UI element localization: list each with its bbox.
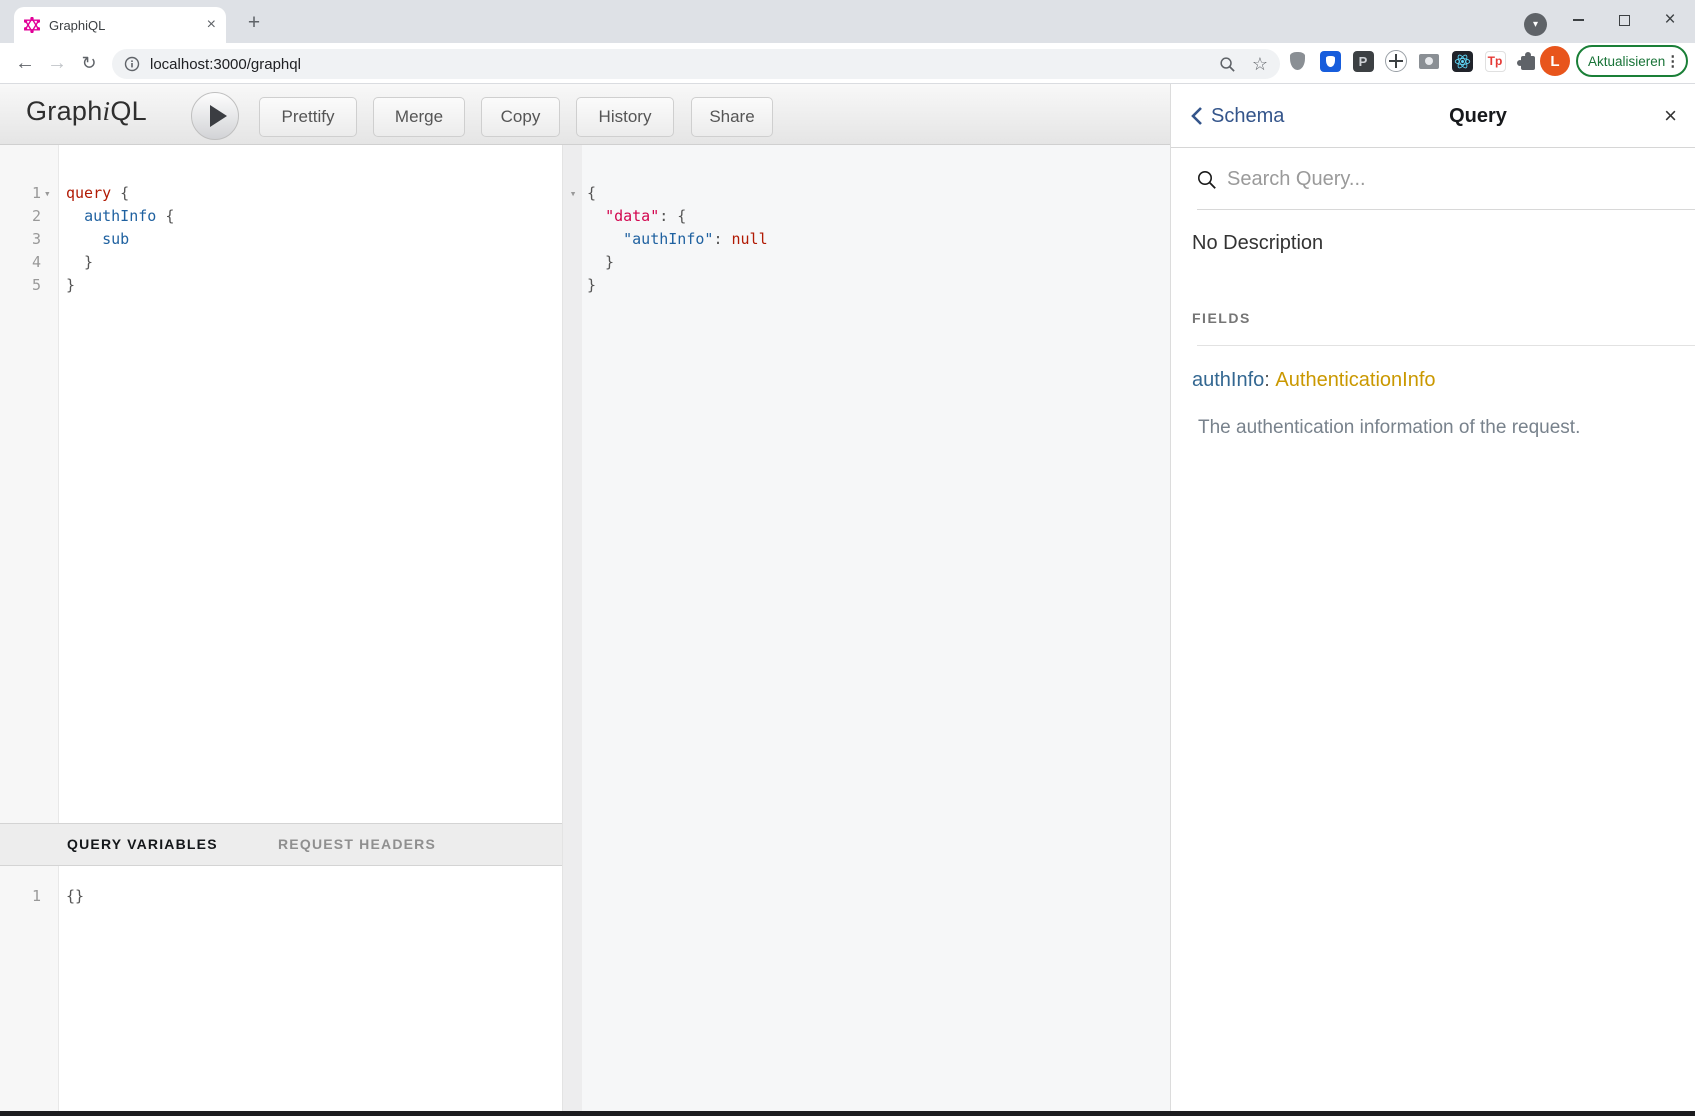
browser-tab-active[interactable]: GraphiQL ×: [14, 7, 226, 43]
line-number: 1▾: [0, 182, 59, 205]
bitwarden-extension-icon[interactable]: [1319, 49, 1341, 73]
query-editor[interactable]: 1▾query {2 authInfo {3 sub4 }5}: [0, 145, 562, 823]
shield-icon: [1320, 51, 1341, 72]
search-divider: [1197, 209, 1695, 210]
menu-kebab-icon[interactable]: ⋮: [1665, 52, 1680, 70]
code-line[interactable]: 1{}: [0, 885, 562, 908]
docs-close-button[interactable]: ×: [1664, 84, 1677, 148]
docs-explorer-panel: Schema Query × No Description FIELDS aut…: [1170, 84, 1695, 1111]
browser-tab-strip: GraphiQL × + ▾ ×: [0, 0, 1695, 43]
graphiql-logo: GraphiQL: [26, 96, 147, 127]
line-number: 3: [0, 228, 59, 251]
profile-avatar[interactable]: L: [1540, 46, 1570, 76]
docs-no-description: No Description: [1192, 228, 1323, 258]
code-line: "authInfo": null: [582, 228, 1170, 251]
code-line[interactable]: 2 authInfo {: [0, 205, 562, 228]
code-line: {: [582, 182, 1170, 205]
close-icon: ×: [1664, 103, 1677, 129]
update-button-label: Aktualisieren: [1588, 54, 1665, 69]
extensions-puzzle-icon[interactable]: [1517, 49, 1539, 73]
field-type-link[interactable]: AuthenticationInfo: [1275, 369, 1435, 392]
tab-request-headers[interactable]: REQUEST HEADERS: [278, 824, 436, 865]
tab-query-variables[interactable]: QUERY VARIABLES: [67, 824, 218, 865]
line-number: 2: [0, 205, 59, 228]
play-icon: [210, 105, 227, 127]
docs-field-description: The authentication information of the re…: [1198, 414, 1580, 442]
crosshair-extension-icon[interactable]: [1385, 49, 1407, 73]
react-devtools-extension-icon[interactable]: [1451, 49, 1473, 73]
chevron-down-icon: ▾: [1533, 19, 1538, 30]
minimize-icon: [1573, 19, 1584, 21]
code-line[interactable]: 1▾query {: [0, 182, 562, 205]
url-text[interactable]: localhost:3000/graphql: [150, 56, 1219, 73]
camera-icon: [1419, 54, 1439, 69]
fold-arrow-icon[interactable]: ▾: [566, 182, 580, 205]
fold-spacer: [44, 205, 59, 228]
graphql-favicon-icon: [24, 17, 40, 33]
tp-extension-icon[interactable]: Tp: [1484, 49, 1506, 73]
p-letter-icon: P: [1353, 51, 1374, 72]
window-close-button[interactable]: ×: [1648, 0, 1692, 40]
close-icon: ×: [1664, 9, 1675, 31]
code-line: }: [582, 251, 1170, 274]
address-bar[interactable]: localhost:3000/graphql ☆: [112, 49, 1280, 79]
chevron-left-icon: [1191, 106, 1203, 126]
history-button[interactable]: History: [576, 97, 674, 137]
site-info-icon[interactable]: [124, 56, 140, 72]
new-tab-button[interactable]: +: [240, 9, 268, 37]
variables-section-bar: QUERY VARIABLES REQUEST HEADERS: [0, 823, 562, 866]
docs-field-row: authInfo: AuthenticationInfo: [1192, 365, 1436, 395]
line-number: 4: [0, 251, 59, 274]
merge-button[interactable]: Merge: [373, 97, 465, 137]
variables-editor[interactable]: 1{}: [0, 866, 562, 1111]
tab-title: GraphiQL: [49, 18, 207, 33]
extensions-row: P Tp: [1286, 47, 1539, 75]
taskbar-edge: [0, 1111, 1695, 1116]
share-button[interactable]: Share: [691, 97, 773, 137]
crosshair-icon: [1385, 50, 1407, 72]
forward-button[interactable]: →: [42, 48, 72, 78]
puzzle-icon: [1521, 56, 1535, 70]
atom-icon: [1452, 51, 1473, 72]
pane-resize-handle[interactable]: [562, 145, 582, 1111]
window-minimize-button[interactable]: [1556, 0, 1600, 40]
search-icon: [1197, 170, 1217, 190]
adblock-shield-extension-icon[interactable]: [1286, 49, 1308, 73]
copy-button[interactable]: Copy: [481, 97, 560, 137]
fold-spacer: [44, 228, 59, 251]
back-button[interactable]: ←: [10, 48, 40, 78]
fold-spacer: [44, 885, 59, 908]
tab-close-icon[interactable]: ×: [207, 17, 216, 33]
fold-spacer: [44, 274, 59, 297]
screenshot-camera-extension-icon[interactable]: [1418, 49, 1440, 73]
fold-spacer: [44, 251, 59, 274]
shield-icon: [1290, 52, 1305, 70]
field-colon: :: [1264, 369, 1275, 392]
code-line[interactable]: 4 }: [0, 251, 562, 274]
window-maximize-button[interactable]: [1602, 0, 1646, 40]
field-name-link[interactable]: authInfo: [1192, 369, 1264, 392]
code-line: "data": {: [582, 205, 1170, 228]
line-number: 1: [0, 885, 59, 908]
result-viewer: { "data": { "authInfo": null }}: [582, 145, 1170, 1111]
docs-title: Query: [1261, 84, 1695, 148]
maximize-icon: [1619, 15, 1630, 26]
code-line: }: [582, 274, 1170, 297]
zoom-icon[interactable]: [1219, 56, 1236, 73]
docs-fields-label: FIELDS: [1192, 306, 1251, 330]
bookmark-star-icon[interactable]: ☆: [1252, 54, 1268, 75]
docs-search-input[interactable]: [1225, 148, 1669, 211]
execute-query-button[interactable]: [191, 92, 239, 140]
line-number: 5: [0, 274, 59, 297]
browser-update-button[interactable]: Aktualisieren ⋮: [1576, 45, 1688, 77]
prettify-button[interactable]: Prettify: [259, 97, 357, 137]
tab-search-button[interactable]: ▾: [1524, 13, 1547, 36]
code-line[interactable]: 3 sub: [0, 228, 562, 251]
fold-arrow-icon[interactable]: ▾: [44, 182, 59, 205]
code-line[interactable]: 5}: [0, 274, 562, 297]
fields-divider: [1197, 345, 1695, 346]
p-extension-icon[interactable]: P: [1352, 49, 1374, 73]
tp-letters-icon: Tp: [1485, 51, 1506, 72]
reload-button[interactable]: ↻: [74, 48, 104, 78]
